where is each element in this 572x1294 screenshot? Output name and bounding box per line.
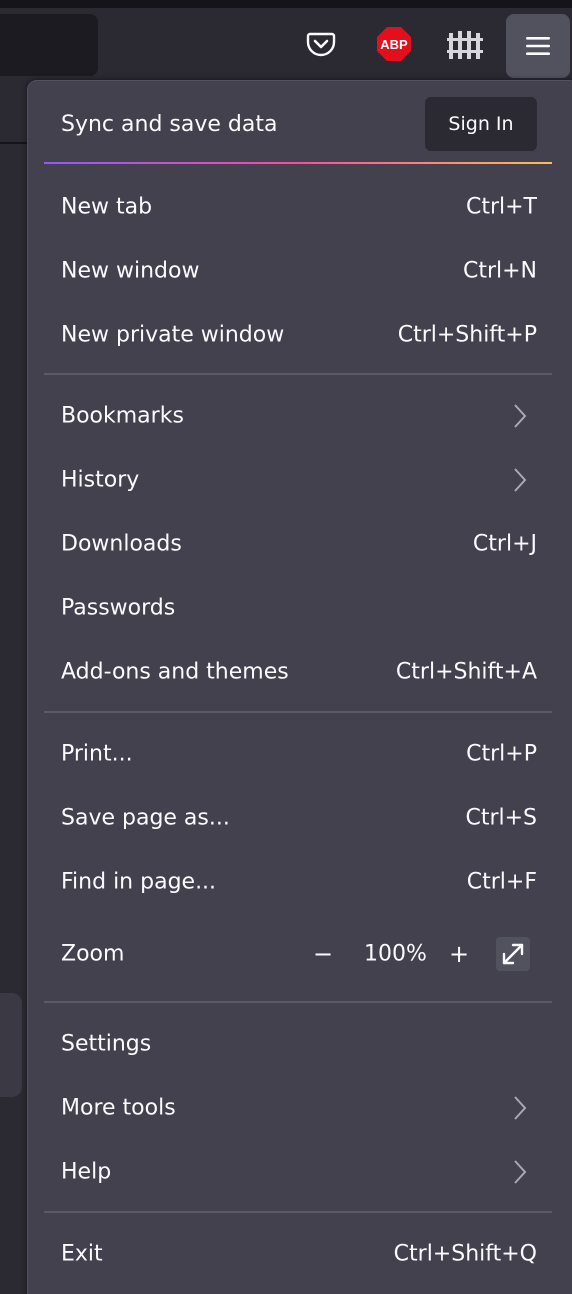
menu-separator: [44, 373, 552, 375]
menu-item-new-tab[interactable]: New tab Ctrl+T: [28, 175, 552, 239]
menu-item-help[interactable]: Help: [28, 1140, 552, 1204]
browser-toolbar: ABP: [0, 8, 572, 86]
app-menu-panel: Sync and save data Sign In New tab Ctrl+…: [27, 80, 572, 1294]
menu-item-label: Find in page...: [61, 869, 217, 895]
menu-item-shortcut: Ctrl+S: [465, 805, 537, 831]
menu-item-shortcut: Ctrl+N: [462, 258, 537, 284]
menu-item-save-page-as[interactable]: Save page as... Ctrl+S: [28, 786, 552, 850]
menu-item-print[interactable]: Print... Ctrl+P: [28, 722, 552, 786]
menu-item-shortcut: Ctrl+Shift+A: [395, 659, 537, 685]
sync-label: Sync and save data: [61, 112, 278, 137]
abp-text: ABP: [380, 37, 408, 52]
zoom-level-button[interactable]: 100%: [364, 942, 427, 967]
zoom-in-button[interactable]: +: [444, 939, 474, 969]
menu-item-settings[interactable]: Settings: [28, 1012, 552, 1076]
chevron-right-icon: [514, 1160, 527, 1184]
menu-item-label: Exit: [61, 1241, 103, 1267]
menu-separator: [44, 711, 552, 713]
menu-separator: [44, 1211, 552, 1213]
menu-item-bookmarks[interactable]: Bookmarks: [28, 384, 552, 448]
menu-item-label: Print...: [61, 741, 133, 767]
menu-item-label: Passwords: [61, 595, 176, 621]
menu-item-passwords[interactable]: Passwords: [28, 576, 552, 640]
menu-item-exit[interactable]: Exit Ctrl+Shift+Q: [28, 1222, 552, 1286]
menu-item-shortcut: Ctrl+J: [472, 531, 537, 557]
menu-item-label: Zoom: [61, 941, 125, 967]
menu-item-label: Add-ons and themes: [61, 659, 289, 685]
menu-item-label: New private window: [61, 322, 285, 348]
menu-item-downloads[interactable]: Downloads Ctrl+J: [28, 512, 552, 576]
chevron-right-icon: [514, 1096, 527, 1120]
menu-item-new-private-window[interactable]: New private window Ctrl+Shift+P: [28, 303, 552, 367]
sidebar-tab[interactable]: [0, 993, 22, 1097]
window-titlebar-strip: [0, 0, 572, 8]
menu-item-more-tools[interactable]: More tools: [28, 1076, 552, 1140]
menu-item-shortcut: Ctrl+Shift+Q: [393, 1241, 537, 1267]
hamburger-menu-icon: [526, 37, 550, 55]
sync-row: Sync and save data Sign In: [28, 81, 572, 165]
fullscreen-icon: [502, 943, 524, 965]
menu-item-label: Help: [61, 1159, 112, 1185]
extension-fence-icon[interactable]: [445, 24, 485, 64]
menu-item-label: Bookmarks: [61, 403, 184, 429]
menu-item-label: New window: [61, 258, 200, 284]
menu-item-label: Downloads: [61, 531, 182, 557]
menu-separator: [44, 1001, 552, 1003]
adblock-plus-icon[interactable]: ABP: [374, 24, 414, 64]
hamburger-menu-button[interactable]: [506, 14, 570, 78]
menu-item-label: Save page as...: [61, 805, 230, 831]
menu-item-addons-and-themes[interactable]: Add-ons and themes Ctrl+Shift+A: [28, 640, 552, 704]
menu-item-new-window[interactable]: New window Ctrl+N: [28, 239, 552, 303]
menu-item-shortcut: Ctrl+P: [466, 741, 537, 767]
chevron-right-icon: [514, 468, 527, 492]
menu-item-shortcut: Ctrl+T: [465, 194, 537, 220]
menu-item-shortcut: Ctrl+F: [466, 869, 537, 895]
fullscreen-button[interactable]: [496, 937, 530, 971]
menu-item-zoom: Zoom − 100% +: [28, 919, 552, 989]
sign-in-button[interactable]: Sign In: [425, 97, 537, 151]
sync-separator: [44, 162, 552, 164]
zoom-out-button[interactable]: −: [308, 939, 338, 969]
chevron-right-icon: [514, 404, 527, 428]
menu-item-label: Settings: [61, 1031, 152, 1057]
menu-item-label: New tab: [61, 194, 153, 220]
menu-item-label: History: [61, 467, 140, 493]
menu-item-label: More tools: [61, 1095, 176, 1121]
pocket-icon[interactable]: [301, 24, 341, 64]
url-bar[interactable]: [0, 14, 98, 76]
menu-item-history[interactable]: History: [28, 448, 552, 512]
menu-item-shortcut: Ctrl+Shift+P: [397, 322, 537, 348]
menu-item-find-in-page[interactable]: Find in page... Ctrl+F: [28, 850, 552, 914]
